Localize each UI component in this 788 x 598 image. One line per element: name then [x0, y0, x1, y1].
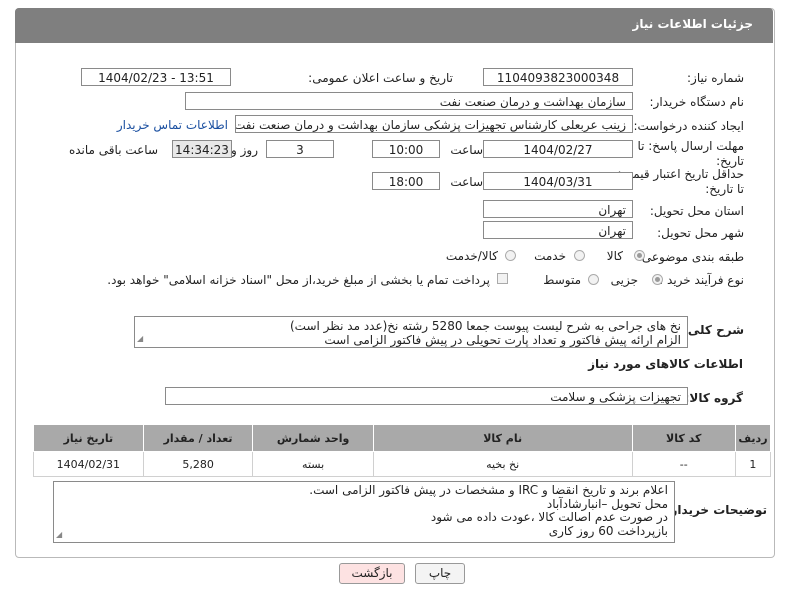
creator-label: ایجاد کننده درخواست:: [633, 119, 744, 133]
days-field[interactable]: 3: [266, 140, 334, 158]
contact-link[interactable]: اطلاعات تماس خریدار: [117, 118, 228, 132]
radio-goods-label: کالا: [606, 249, 623, 263]
deadline-time-label: ساعت: [450, 143, 483, 157]
radio-service[interactable]: [574, 250, 585, 261]
radio-partial-label: جزیی: [610, 273, 638, 287]
need-number-label: شماره نیاز:: [687, 71, 744, 85]
cell-unit: بسته: [252, 451, 374, 477]
min-price-time-label: ساعت: [450, 175, 483, 189]
treasury-checkbox[interactable]: [497, 273, 508, 284]
goods-table: ردیف کد کالا نام کالا واحد شمارش تعداد /…: [33, 424, 772, 477]
resize-grip-icon[interactable]: ◢: [56, 528, 62, 542]
buyer-note-line-4: بازپرداخت 60 روز کاری: [548, 523, 668, 538]
deadline-time-field[interactable]: 10:00: [372, 140, 440, 158]
radio-both-label: کالا/خدمت: [445, 249, 498, 263]
radio-partial[interactable]: [652, 274, 663, 285]
payment-note: پرداخت تمام یا بخشی از مبلغ خرید،از محل …: [107, 273, 490, 287]
cell-name: نخ بخیه: [372, 451, 633, 477]
buyer-notes-textarea[interactable]: اعلام برند و تاریخ انقضا و IRC و مشخصات …: [53, 481, 675, 543]
buyer-note-line-3: در صورت عدم اصالت کالا ،عودت داده می شود: [430, 510, 668, 524]
panel-header: جزئیات اطلاعات نیاز: [15, 8, 773, 43]
print-button[interactable]: چاپ: [415, 563, 465, 584]
category-label: طبقه بندی موضوعی:: [637, 250, 744, 264]
col-qty: تعداد / مقدار: [142, 424, 254, 452]
cell-code: --: [631, 451, 736, 477]
buyer-note-line-2: محل تحویل –انبارشادآباد: [546, 496, 668, 511]
announce-field[interactable]: 1404/02/23 - 13:51: [81, 68, 231, 86]
province-label: استان محل تحویل:: [649, 204, 744, 218]
deadline-label: مهلت ارسال پاسخ: تا تاریخ:: [637, 139, 744, 168]
cell-qty: 5,280: [142, 451, 254, 477]
province-field[interactable]: تهران: [483, 200, 633, 218]
deadline-date-field[interactable]: 1404/02/27: [483, 140, 633, 158]
city-field[interactable]: تهران: [483, 221, 633, 239]
table-row[interactable]: 1 -- نخ بخیه بسته 5,280 1404/02/31: [33, 451, 772, 477]
back-button[interactable]: بازگشت: [339, 563, 405, 584]
goods-group-field[interactable]: تجهیزات پزشکی و سلامت: [165, 387, 688, 405]
min-price-time-field[interactable]: 18:00: [372, 172, 440, 190]
col-code: کد کالا: [631, 424, 736, 452]
goods-group-label: گروه کالا:: [684, 391, 743, 405]
goods-section-title: اطلاعات کالاهای مورد نیاز: [588, 357, 743, 371]
radio-both[interactable]: [505, 250, 516, 261]
description-textarea[interactable]: نخ های جراحی به شرح لیست پیوست جمعا 5280…: [134, 316, 688, 348]
col-idx: ردیف: [734, 424, 772, 452]
days-label: روز و: [231, 143, 258, 157]
min-price-label: حداقل تاریخ اعتبار قیمت: تا تاریخ:: [617, 167, 744, 196]
remaining-label: ساعت باقی مانده: [68, 143, 158, 157]
description-line-1: نخ های جراحی به شرح لیست پیوست جمعا 5280…: [289, 319, 681, 333]
announce-label: تاریخ و ساعت اعلان عمومی:: [308, 71, 453, 85]
buyer-note-line-1: اعلام برند و تاریخ انقضا و IRC و مشخصات …: [309, 483, 668, 497]
radio-medium-label: متوسط: [543, 273, 581, 287]
resize-grip-icon[interactable]: ◢: [137, 332, 143, 346]
need-number-field[interactable]: 1104093823000348: [483, 68, 633, 86]
panel-title: جزئیات اطلاعات نیاز: [632, 17, 753, 31]
col-name: نام کالا: [372, 424, 633, 452]
buyer-notes-label: توضیحات خریدار:: [665, 503, 767, 517]
radio-service-label: خدمت: [534, 249, 566, 263]
col-date: تاریخ نیاز: [33, 424, 144, 452]
description-line-2: الزام ارائه پیش فاکتور و تعداد پارت تحوی…: [324, 333, 681, 347]
city-label: شهر محل تحویل:: [657, 226, 744, 240]
process-label: نوع فرآیند خرید :: [659, 273, 744, 287]
creator-field[interactable]: زینب عربعلی کارشناس تجهیزات پزشکی سازمان…: [235, 115, 633, 133]
buyer-org-label: نام دستگاه خریدار:: [649, 95, 745, 109]
buyer-org-field[interactable]: سازمان بهداشت و درمان صنعت نفت: [185, 92, 633, 110]
radio-medium[interactable]: [588, 274, 599, 285]
cell-date: 1404/02/31: [33, 451, 144, 477]
min-price-date-field[interactable]: 1404/03/31: [483, 172, 633, 190]
remaining-time-field: 14:34:23: [172, 140, 232, 158]
table-header-row: ردیف کد کالا نام کالا واحد شمارش تعداد /…: [33, 424, 772, 452]
col-unit: واحد شمارش: [252, 424, 374, 452]
cell-idx: 1: [734, 451, 772, 477]
radio-goods[interactable]: [634, 250, 645, 261]
